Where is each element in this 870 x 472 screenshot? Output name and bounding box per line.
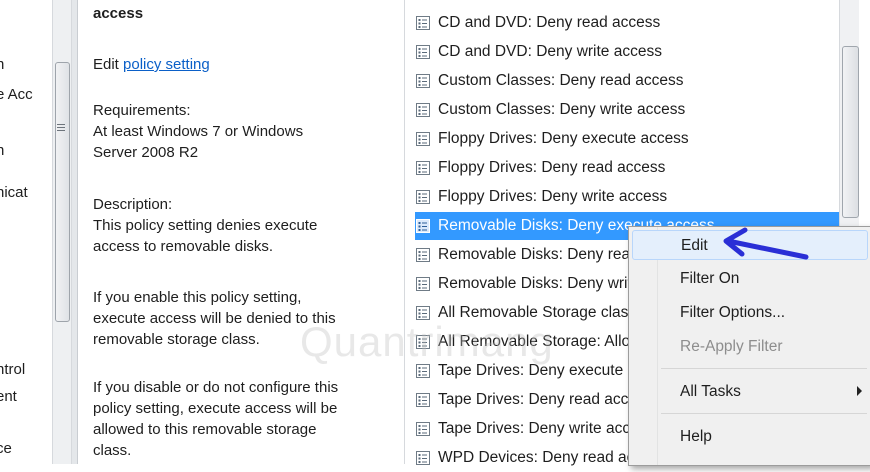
description-pane: access Edit policy setting Requirements:… [79, 0, 405, 464]
menu-separator [661, 368, 867, 369]
list-item-label: Custom Classes: Deny write access [438, 101, 686, 118]
menu-item-all-tasks[interactable]: All Tasks [632, 377, 868, 407]
policy-setting-icon [416, 16, 430, 30]
list-item[interactable]: Custom Classes: Deny read access [415, 67, 841, 95]
policy-setting-icon [416, 132, 430, 146]
tree-item[interactable]: e Acc [0, 86, 33, 103]
console-tree: n e Acc n nicat ntrol ent ce [0, 0, 52, 464]
policy-setting-icon [416, 306, 430, 320]
tree-item[interactable]: n [0, 142, 4, 159]
menu-item-label: Help [680, 428, 712, 445]
policy-setting-icon [416, 45, 430, 59]
scroll-thumb[interactable] [842, 46, 859, 218]
tree-item[interactable]: nicat [0, 184, 28, 201]
policy-setting-icon [416, 277, 430, 291]
list-item[interactable]: Floppy Drives: Deny read access [415, 154, 841, 182]
policy-setting-icon [416, 219, 430, 233]
menu-separator [661, 413, 867, 414]
tree-item[interactable]: ce [0, 440, 12, 457]
policy-setting-icon [416, 248, 430, 262]
description-text: access to removable disks. [93, 238, 274, 255]
description-text: removable storage class. [93, 331, 260, 348]
menu-item-label: Edit [681, 237, 708, 254]
description-label: Description: [93, 196, 173, 213]
list-item-label: CD and DVD: Deny write access [438, 43, 662, 60]
description-text: This policy setting denies execute [93, 217, 318, 234]
menu-item-help[interactable]: Help [632, 422, 868, 452]
menu-item-filter-options[interactable]: Filter Options... [632, 298, 868, 328]
grip-icon [57, 124, 65, 134]
list-item-label: Floppy Drives: Deny read access [438, 159, 666, 176]
pane-splitter[interactable] [72, 0, 78, 464]
description-text: class. [93, 442, 132, 459]
policy-setting-icon [416, 364, 430, 378]
policy-setting-icon [416, 422, 430, 436]
list-item[interactable]: Floppy Drives: Deny execute access [415, 125, 841, 153]
description-text: policy setting, execute access will be [93, 400, 338, 417]
policy-setting-icon [416, 161, 430, 175]
list-item-label: CD and DVD: Deny read access [438, 14, 661, 31]
tree-item[interactable]: ent [0, 388, 17, 405]
edit-policy-link[interactable]: policy setting [123, 56, 210, 73]
submenu-arrow-icon [857, 386, 862, 396]
policy-setting-icon [416, 190, 430, 204]
edit-prefix: Edit [93, 56, 124, 73]
requirements-label: Requirements: [93, 102, 191, 119]
list-item[interactable]: CD and DVD: Deny read access [415, 9, 841, 37]
list-item[interactable]: CD and DVD: Deny write access [415, 38, 841, 66]
list-item[interactable]: Floppy Drives: Deny write access [415, 183, 841, 211]
tree-scrollbar[interactable] [52, 0, 72, 464]
description-text: If you enable this policy setting, [93, 289, 302, 306]
menu-item-label: Re-Apply Filter [680, 338, 783, 355]
policy-setting-icon [416, 103, 430, 117]
policy-setting-icon [416, 74, 430, 88]
requirements-text: At least Windows 7 or Windows [93, 123, 304, 140]
context-menu: Edit Filter On Filter Options... Re-Appl… [628, 226, 870, 466]
edit-line: Edit policy setting [93, 54, 210, 75]
menu-item-edit[interactable]: Edit [632, 230, 868, 260]
description-text: allowed to this removable storage [93, 421, 317, 438]
list-item-label: Floppy Drives: Deny write access [438, 188, 668, 205]
list-item-label: Custom Classes: Deny read access [438, 72, 684, 89]
requirements-text: Server 2008 R2 [93, 144, 199, 161]
menu-item-label: Filter On [680, 270, 740, 287]
menu-item-filter-on[interactable]: Filter On [632, 264, 868, 294]
menu-item-reapply-filter: Re-Apply Filter [632, 332, 868, 362]
policy-setting-icon [416, 335, 430, 349]
description-text: execute access will be denied to this [93, 310, 336, 327]
scroll-thumb[interactable] [55, 62, 70, 322]
list-item-label: Tape Drives: Deny write access [438, 420, 655, 437]
list-item-label: Floppy Drives: Deny execute access [438, 130, 689, 147]
tree-item[interactable]: n [0, 56, 4, 73]
setting-title: access [93, 5, 144, 22]
menu-item-label: All Tasks [680, 383, 741, 400]
list-item-label: Tape Drives: Deny read access [438, 391, 653, 408]
tree-item[interactable]: ntrol [0, 361, 25, 378]
menu-item-label: Filter Options... [680, 304, 786, 321]
description-text: If you disable or do not configure this [93, 379, 339, 396]
list-item[interactable]: Custom Classes: Deny write access [415, 96, 841, 124]
policy-setting-icon [416, 393, 430, 407]
